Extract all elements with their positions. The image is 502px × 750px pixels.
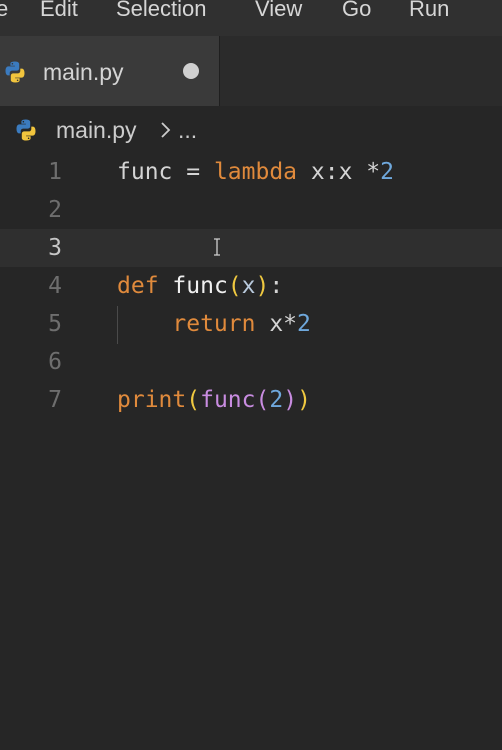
line-number: 7 <box>48 387 62 413</box>
breadcrumb: main.py ... <box>0 106 502 154</box>
code-token: x:x * <box>297 159 381 185</box>
unsaved-dot-icon[interactable] <box>183 63 199 79</box>
chevron-right-icon <box>161 122 171 138</box>
code-token: ) <box>283 387 298 413</box>
code-token: x <box>241 273 256 299</box>
current-line-highlight <box>0 229 502 267</box>
code-token: func <box>172 273 228 299</box>
code-line[interactable]: func = lambda x:x *2 <box>117 153 394 191</box>
menu-edit[interactable]: Edit <box>40 0 78 24</box>
code-line[interactable]: print(func(2)) <box>117 381 311 419</box>
line-number: 6 <box>48 349 62 375</box>
line-number: 5 <box>48 311 62 337</box>
code-token: ( <box>255 387 270 413</box>
line-number: 1 <box>48 159 62 185</box>
menu-view[interactable]: View <box>255 0 302 24</box>
breadcrumb-file[interactable]: main.py <box>56 115 137 145</box>
code-line[interactable]: return x*2 <box>117 305 311 343</box>
code-editor[interactable]: 1234567 func = lambda x:x *2 def func(x):… <box>0 154 502 750</box>
code-editor-window: e Edit Selection View Go Run main.py mai… <box>0 0 502 750</box>
breadcrumb-ellipsis[interactable]: ... <box>178 115 197 145</box>
tab-bar: main.py <box>0 36 502 106</box>
code-token: func <box>117 159 173 185</box>
code-token: = <box>172 159 214 185</box>
code-token: 2 <box>297 311 311 337</box>
code-token: : <box>269 273 284 299</box>
code-token: print <box>117 387 187 413</box>
line-number: 4 <box>48 273 62 299</box>
code-token: def <box>117 273 159 299</box>
line-number: 2 <box>48 197 62 223</box>
code-token: ( <box>186 387 201 413</box>
code-token: ) <box>297 387 311 413</box>
menu-bar: e Edit Selection View Go Run <box>0 0 502 36</box>
menu-run[interactable]: Run <box>409 0 449 24</box>
code-token: return <box>172 311 256 337</box>
code-token: 2 <box>269 387 284 413</box>
code-token: x* <box>255 311 298 337</box>
menu-selection[interactable]: Selection <box>116 0 207 24</box>
python-icon <box>5 61 25 83</box>
code-token: func <box>200 387 256 413</box>
text-cursor-icon <box>214 238 220 256</box>
code-token: 2 <box>380 159 394 185</box>
code-token: ( <box>227 273 242 299</box>
code-token: ) <box>255 273 270 299</box>
tab-main-py[interactable]: main.py <box>0 36 220 106</box>
menu-go[interactable]: Go <box>342 0 371 24</box>
python-icon <box>16 119 36 141</box>
menu-file[interactable]: e <box>0 0 8 24</box>
tab-label: main.py <box>43 59 124 85</box>
code-line[interactable]: def func(x): <box>117 267 283 305</box>
code-token: lambda <box>213 159 298 185</box>
line-number: 3 <box>48 235 62 261</box>
